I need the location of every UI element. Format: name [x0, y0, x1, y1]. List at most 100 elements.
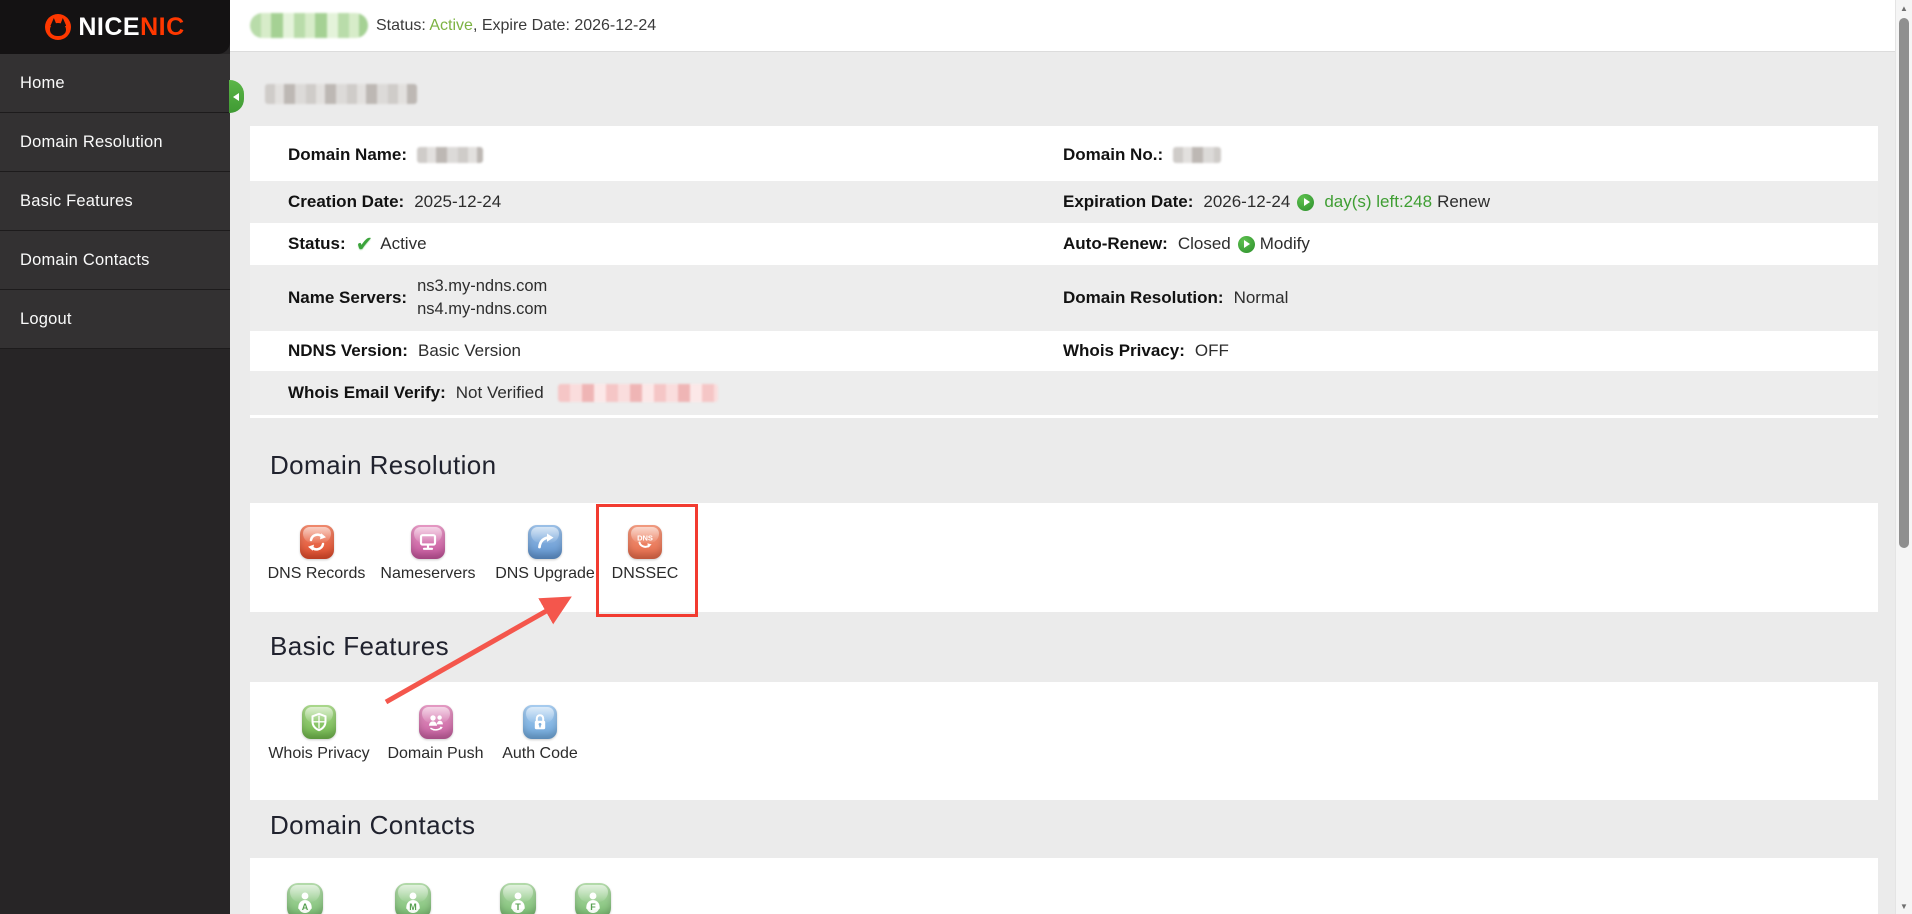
contact-badge: T: [512, 900, 525, 913]
whois-privacy-value: OFF: [1195, 341, 1229, 361]
svg-text:DNS: DNS: [637, 534, 653, 543]
dns-records-label: DNS Records: [268, 565, 366, 583]
whois-email-verify-label: Whois Email Verify:: [288, 383, 446, 403]
ndns-version-value: Basic Version: [418, 341, 521, 361]
name-servers-values: ns3.my-ndns.com ns4.my-ndns.com: [417, 275, 547, 321]
topbar-status-text: Status: Active, Expire Date: 2026-12-24: [376, 17, 656, 35]
contact-item-2[interactable]: M: [392, 883, 434, 914]
ndns-version-label: NDNS Version:: [288, 341, 408, 361]
nameservers-label: Nameservers: [380, 565, 475, 583]
contact-person-icon: M: [395, 883, 431, 914]
info-row-email-verify: Whois Email Verify: Not Verified: [250, 371, 1878, 415]
sidebar-footer-area: [0, 349, 230, 914]
contact-item-tech[interactable]: T: [497, 883, 539, 914]
dns-records-item[interactable]: DNS Records: [264, 525, 369, 583]
contact-badge: A: [299, 900, 312, 913]
auto-renew-label: Auto-Renew:: [1063, 234, 1168, 254]
dns-upgrade-item[interactable]: DNS Upgrade: [490, 525, 600, 583]
redacted-domain-name-value: [417, 147, 483, 163]
domain-push-icon: [419, 705, 453, 739]
scroll-up-button[interactable]: ▲: [1896, 0, 1912, 16]
brand-logo-text: NICENIC: [78, 13, 184, 42]
sidebar-item-domain-resolution[interactable]: Domain Resolution: [0, 113, 230, 172]
sidebar-item-logout[interactable]: Logout: [0, 290, 230, 349]
sidebar-item-home[interactable]: Home: [0, 54, 230, 113]
expiration-date-label: Expiration Date:: [1063, 192, 1193, 212]
contact-person-icon: F: [575, 883, 611, 914]
info-row-status: Status:✔Active Auto-Renew: Closed Modify: [250, 223, 1878, 265]
whois-privacy-feature-label: Whois Privacy: [268, 745, 369, 763]
domain-push-label: Domain Push: [387, 745, 483, 763]
status-value: Active: [429, 17, 473, 34]
auth-code-label: Auth Code: [502, 745, 578, 763]
nameservers-item[interactable]: Nameservers: [378, 525, 478, 583]
scroll-down-button[interactable]: ▼: [1896, 898, 1912, 914]
redacted-page-title: [265, 84, 417, 104]
redacted-email: [558, 384, 718, 402]
contact-badge: M: [407, 900, 420, 913]
topbar: Status: Active, Expire Date: 2026-12-24: [230, 0, 1912, 52]
info-row-nameservers: Name Servers: ns3.my-ndns.com ns4.my-ndn…: [250, 265, 1878, 331]
green-check-icon: ✔: [356, 234, 374, 255]
chevron-left-icon: [233, 93, 239, 101]
domain-contacts-card: A M T: [250, 858, 1878, 914]
nameservers-icon: [411, 525, 445, 559]
dnssec-icon: DNS: [628, 525, 662, 559]
redacted-domain-no-value: [1173, 147, 1221, 163]
whois-privacy-label: Whois Privacy:: [1063, 341, 1185, 361]
dns-upgrade-icon: [528, 525, 562, 559]
name-server-2: ns4.my-ndns.com: [417, 298, 547, 321]
vertical-scrollbar: ▲ ▼: [1895, 0, 1912, 914]
auth-code-item[interactable]: Auth Code: [495, 705, 585, 763]
sidebar-item-basic-features[interactable]: Basic Features: [0, 172, 230, 231]
sidebar-collapse-button[interactable]: [229, 80, 244, 113]
brand-logo[interactable]: NICENIC: [0, 0, 230, 54]
dnssec-label: DNSSEC: [612, 565, 679, 583]
renew-link[interactable]: Renew: [1437, 192, 1490, 212]
contact-badge: F: [587, 900, 600, 913]
info-row-domain-name: Domain Name: Domain No.:: [250, 129, 1878, 181]
info-row-dates: Creation Date: 2025-12-24 Expiration Date…: [250, 181, 1878, 223]
dns-upgrade-label: DNS Upgrade: [495, 565, 595, 583]
whois-privacy-item[interactable]: Whois Privacy: [265, 705, 373, 763]
whois-privacy-icon: [302, 705, 336, 739]
sidebar-item-domain-contacts[interactable]: Domain Contacts: [0, 231, 230, 290]
status-label: Status:: [376, 17, 426, 34]
brand-logo-icon: [45, 14, 71, 40]
domain-resolution-label: Domain Resolution:: [1063, 288, 1224, 308]
modify-link[interactable]: Modify: [1260, 234, 1310, 254]
contact-person-icon: T: [500, 883, 536, 914]
auto-renew-value: Closed: [1178, 234, 1231, 254]
contact-person-icon: A: [287, 883, 323, 914]
dnssec-item[interactable]: DNS DNSSEC: [605, 525, 685, 583]
scrollbar-thumb[interactable]: [1899, 18, 1909, 548]
name-servers-label: Name Servers:: [288, 288, 407, 308]
domain-resolution-card: DNS Records Nameservers DNS Upgrade: [250, 503, 1878, 612]
contact-item-4[interactable]: F: [572, 883, 614, 914]
section-title-domain-resolution: Domain Resolution: [270, 450, 496, 481]
domain-resolution-value: Normal: [1234, 288, 1289, 308]
contact-item-admin[interactable]: A: [284, 883, 326, 914]
redacted-domain-pill: [250, 13, 368, 38]
whois-email-verify-value: Not Verified: [456, 383, 544, 403]
domain-name-label: Domain Name:: [288, 145, 407, 165]
auth-code-icon: [523, 705, 557, 739]
green-arrow-icon: [1238, 236, 1255, 253]
dns-records-icon: [300, 525, 334, 559]
basic-features-card: Whois Privacy Domain Push: [250, 682, 1878, 800]
section-title-domain-contacts: Domain Contacts: [270, 810, 475, 841]
expiration-date-value: 2026-12-24: [1203, 192, 1290, 212]
status-row-value: Active: [380, 234, 426, 254]
domain-no-label: Domain No.:: [1063, 145, 1163, 165]
creation-date-label: Creation Date:: [288, 192, 404, 212]
info-row-version: NDNS Version: Basic Version Whois Privacy…: [250, 331, 1878, 371]
domain-manager-page: Status: Active, Expire Date: 2026-12-24 …: [0, 0, 1912, 914]
expire-text: , Expire Date: 2026-12-24: [473, 17, 656, 34]
days-left-text: day(s) left:248: [1324, 192, 1432, 212]
name-server-1: ns3.my-ndns.com: [417, 275, 547, 298]
domain-push-item[interactable]: Domain Push: [383, 705, 488, 763]
sidebar: NICENIC Home Domain Resolution Basic Fea…: [0, 0, 230, 914]
creation-date-value: 2025-12-24: [414, 192, 501, 212]
domain-info-card: Domain Name: Domain No.: Creation Date: 2…: [250, 126, 1878, 418]
section-title-basic-features: Basic Features: [270, 631, 449, 662]
